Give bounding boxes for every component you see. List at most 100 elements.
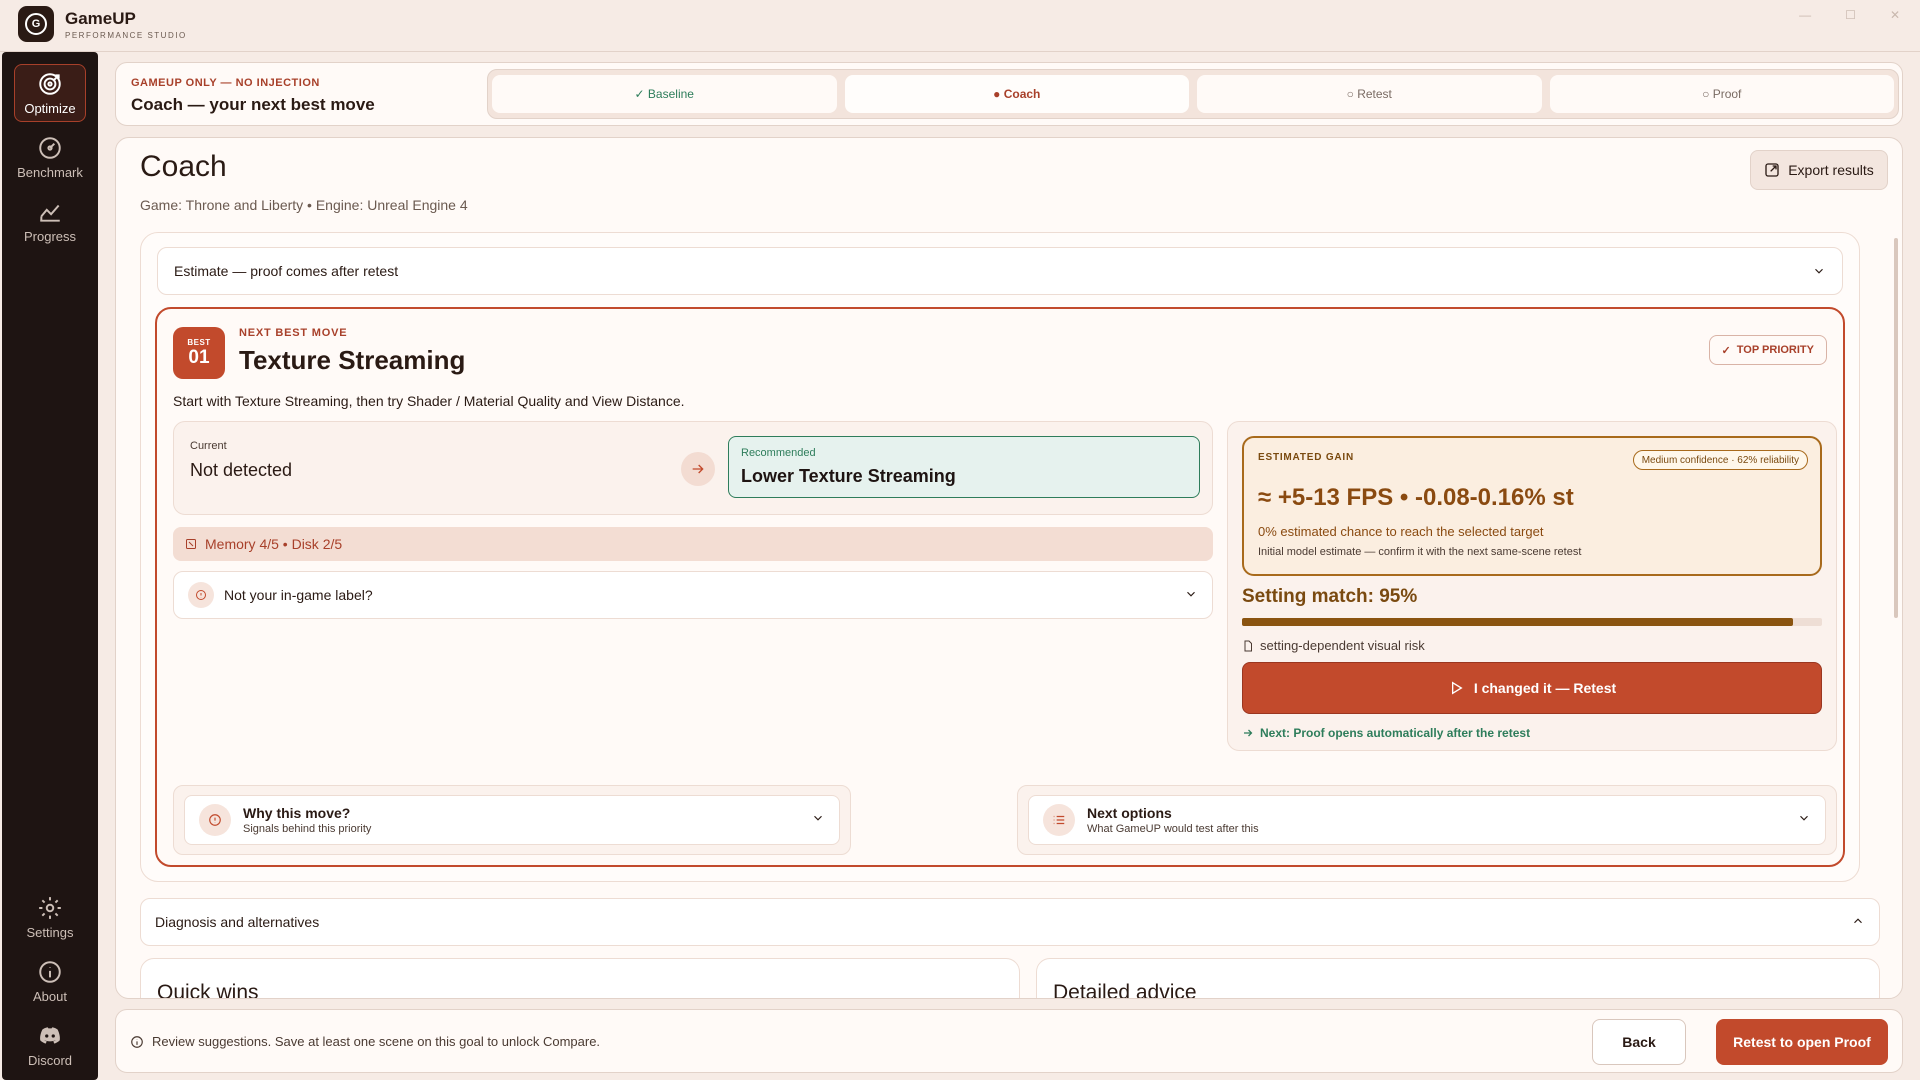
sidebar-item-label: About [33,988,67,1004]
maximize-icon[interactable]: ☐ [1845,8,1856,22]
app-logo: G [18,6,54,42]
setting-change-box: Current Not detected Recommended Lower T… [173,421,1213,515]
minimize-icon[interactable]: — [1799,8,1811,22]
sidebar: Optimize Benchmark Progress Settings Abo… [2,52,98,1080]
chevron-down-icon [1797,811,1811,830]
sidebar-item-about[interactable]: About [14,952,86,1010]
move-title: Texture Streaming [239,345,466,375]
sidebar-item-label: Progress [23,228,77,244]
setting-match-fill [1242,618,1793,626]
page-title: Coach [140,150,227,183]
chevron-down-icon [1812,264,1826,278]
sidebar-item-progress[interactable]: Progress [14,192,86,250]
footer-message-text: Review suggestions. Save at least one sc… [152,1034,601,1049]
next-options-panel: Next options What GameUP would test afte… [1017,785,1837,855]
gain-column: ESTIMATED GAIN Medium confidence · 62% r… [1227,421,1837,751]
app-name: GameUP [65,9,136,28]
sidebar-item-optimize[interactable]: Optimize [14,64,86,122]
scrollbar[interactable] [1894,238,1898,618]
visual-risk-line: setting-dependent visual risk [1242,638,1425,653]
sidebar-item-benchmark[interactable]: Benchmark [14,128,86,186]
why-subtitle: Signals behind this priority [243,823,372,835]
export-icon [1765,163,1779,177]
estimate-disclosure[interactable]: Estimate — proof comes after retest [157,247,1843,295]
why-this-move-disclosure[interactable]: Why this move? Signals behind this prior… [184,795,840,845]
export-results-button[interactable]: Export results [1750,150,1888,190]
why-panel: Why this move? Signals behind this prior… [173,785,851,855]
diagnosis-label: Diagnosis and alternatives [155,914,320,930]
list-icon [1043,804,1075,836]
rank-badge-label: BEST [187,337,211,347]
sidebar-item-label: Optimize [24,100,76,116]
move-kicker: NEXT BEST MOVE [239,327,348,339]
estimated-gain-box: ESTIMATED GAIN Medium confidence · 62% r… [1242,436,1822,576]
changed-retest-button[interactable]: I changed it — Retest [1242,662,1822,714]
gain-value: ≈ +5-13 FPS • -0.08-0.16% st [1258,484,1574,511]
quick-wins-title: Quick wins [157,981,259,999]
target-icon [39,72,61,95]
next-best-move-card: BEST 01 NEXT BEST MOVE Texture Streaming… [155,307,1845,867]
step-coach[interactable]: ● Coach [844,75,1189,113]
priority-label: TOP PRIORITY [1736,344,1814,356]
gain-note: Initial model estimate — confirm it with… [1258,546,1582,558]
sidebar-item-label: Discord [27,1052,73,1068]
detailed-advice-title: Detailed advice [1053,981,1197,999]
rank-number: 01 [188,346,210,368]
app-subtitle: PERFORMANCE STUDIO [65,31,187,40]
next-options-title: Next options [1087,805,1172,821]
rank-badge: BEST 01 [173,327,225,379]
confidence-badge: Medium confidence · 62% reliability [1632,450,1808,470]
content-panel: Coach Game: Throne and Liberty • Engine:… [115,137,1903,999]
quick-wins-card: Quick wins [140,958,1020,999]
step-proof[interactable]: ○ Proof [1549,75,1894,113]
document-icon [1244,640,1252,651]
estimate-label: Estimate — proof comes after retest [174,263,399,279]
current-value: Not detected [190,460,293,480]
detailed-advice-card: Detailed advice [1036,958,1880,999]
info-icon [131,1035,143,1048]
sidebar-item-label: Benchmark [17,164,83,180]
visual-risk-text: setting-dependent visual risk [1260,638,1425,653]
play-icon [1451,681,1463,695]
recommended-box: Recommended Lower Texture Streaming [728,436,1200,498]
window-controls: — ☐ ✕ [1799,8,1900,22]
chevron-up-icon [1851,914,1865,931]
resource-text: Memory 4/5 • Disk 2/5 [205,536,343,552]
sidebar-item-settings[interactable]: Settings [14,888,86,946]
footer-bar: Review suggestions. Save at least one sc… [115,1009,1903,1073]
game-meta: Game: Throne and Liberty • Engine: Unrea… [140,197,468,213]
retest-open-proof-button[interactable]: Retest to open Proof [1716,1019,1888,1065]
next-options-subtitle: What GameUP would test after this [1087,823,1259,835]
step-title: Coach — your next best move [131,95,375,114]
step-baseline[interactable]: ✓ Baseline [492,75,837,113]
export-label: Export results [1788,162,1874,178]
step-retest[interactable]: ○ Retest [1197,75,1542,113]
retest-label: I changed it — Retest [1473,680,1617,696]
chevron-down-icon [811,811,825,830]
coach-panel: Estimate — proof comes after retest BEST… [140,232,1860,882]
ingame-label-question: Not your in-game label? [224,587,373,603]
main-area: GAMEUP ONLY — NO INJECTION Coach — your … [98,52,1920,1080]
resource-bar: Memory 4/5 • Disk 2/5 [173,527,1213,561]
info-icon [188,582,214,608]
next-options-disclosure[interactable]: Next options What GameUP would test afte… [1028,795,1826,845]
check-icon: ✓ [1721,344,1731,357]
memory-icon [186,539,196,549]
move-description: Start with Texture Streaming, then try S… [173,393,685,409]
next-step-text: Next: Proof opens automatically after th… [1260,726,1531,740]
recommended-label: Recommended [741,447,816,459]
close-icon[interactable]: ✕ [1890,8,1900,22]
chevron-down-icon [1184,587,1198,604]
top-priority-badge: ✓ TOP PRIORITY [1708,335,1827,365]
sidebar-item-discord[interactable]: Discord [14,1016,86,1074]
diagnosis-disclosure[interactable]: Diagnosis and alternatives [140,898,1880,946]
setting-match-bar [1242,618,1822,626]
speedometer-icon [39,136,61,159]
back-button[interactable]: Back [1592,1019,1686,1065]
ingame-label-disclosure[interactable]: Not your in-game label? [173,571,1213,619]
discord-icon [40,1026,60,1044]
gain-chance: 0% estimated chance to reach the selecte… [1258,524,1544,539]
gear-icon [39,896,61,919]
recommended-value: Lower Texture Streaming [741,466,956,486]
arrow-right-icon [681,452,715,486]
